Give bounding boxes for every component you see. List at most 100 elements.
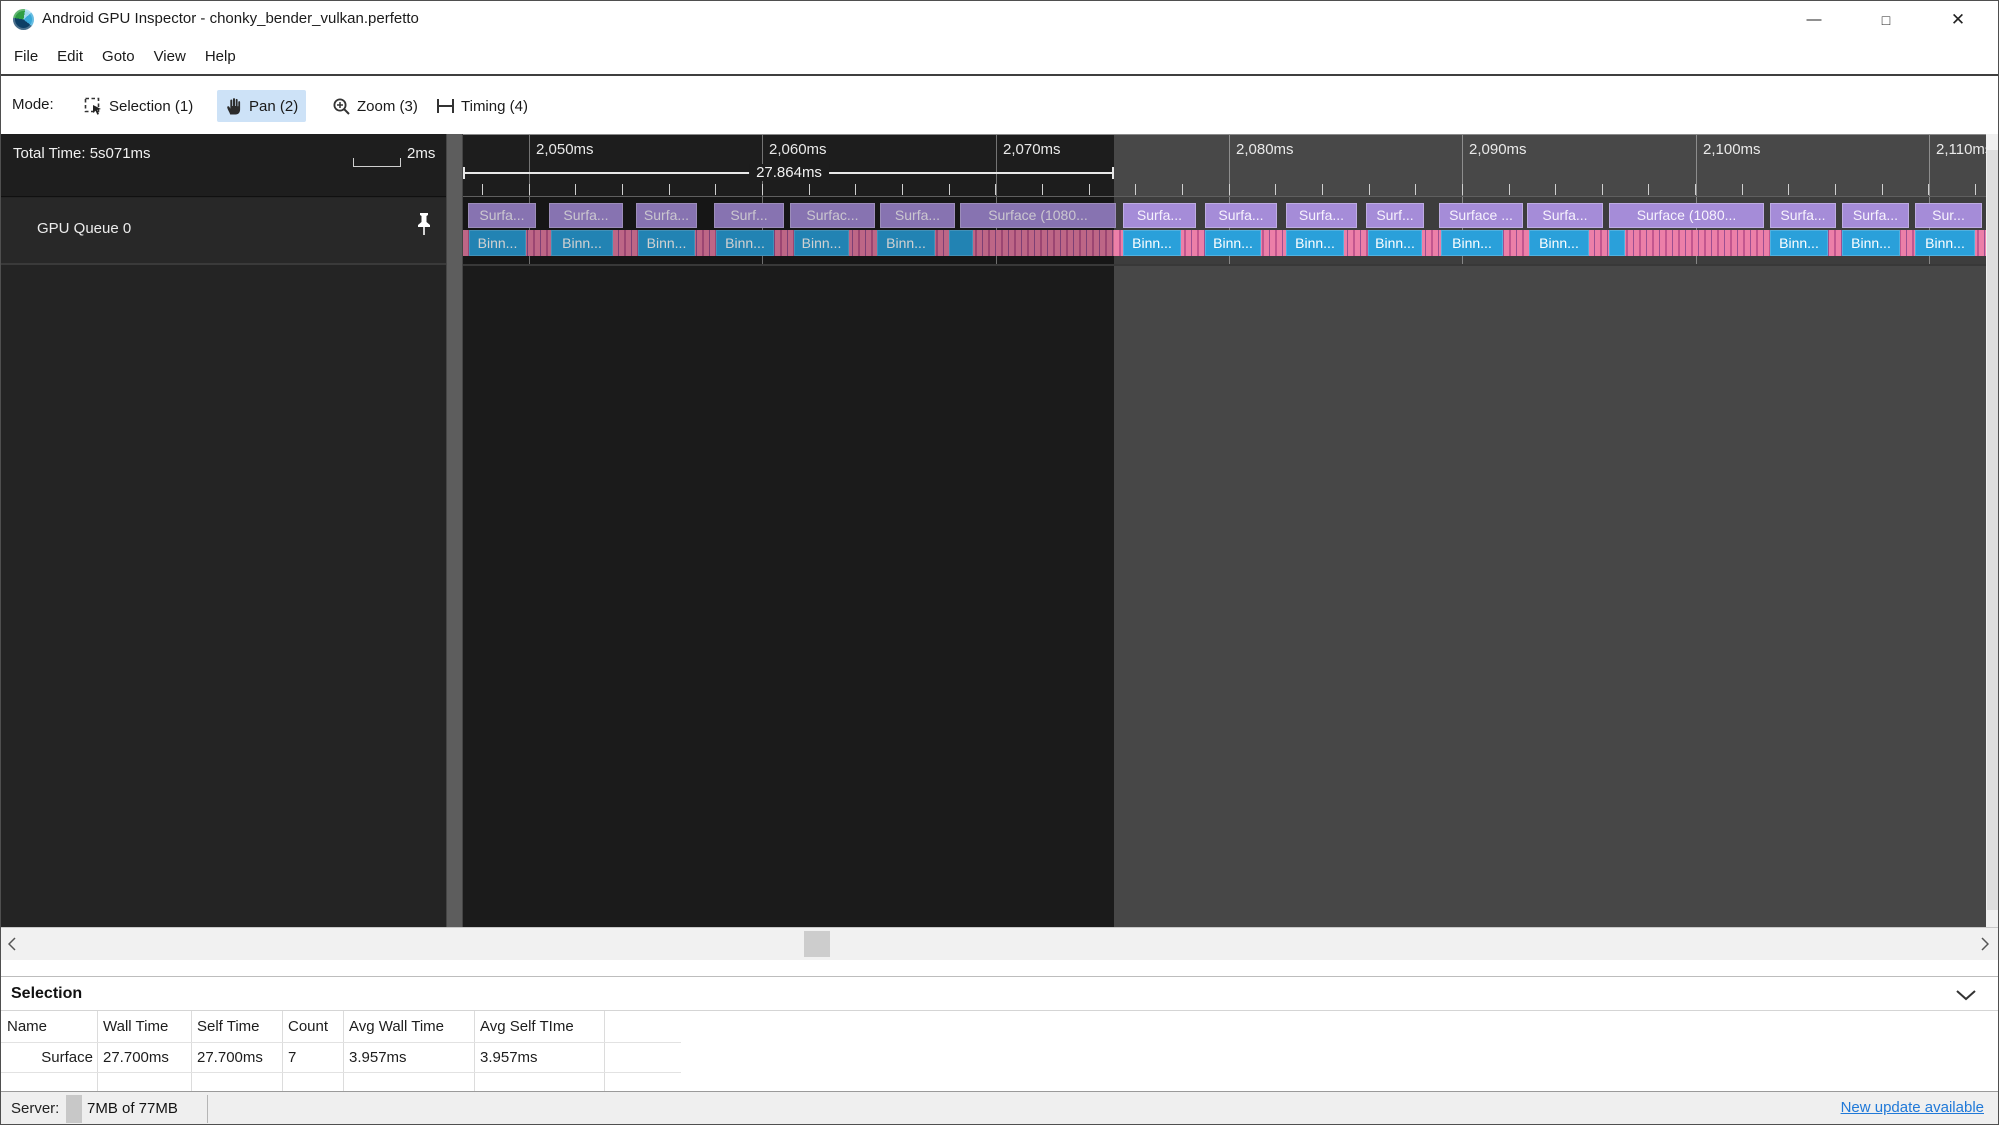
- surface-slice[interactable]: Surfa...: [1527, 203, 1603, 228]
- surface-slice[interactable]: Surf...: [714, 203, 784, 228]
- surface-slice[interactable]: Surface ...: [1439, 203, 1523, 228]
- app-icon: [13, 9, 34, 30]
- binning-slice[interactable]: [949, 230, 973, 256]
- ruler-minor-tick: [1462, 184, 1463, 195]
- surface-slice[interactable]: Surfa...: [1205, 203, 1277, 228]
- timeline-canvas[interactable]: 2,050ms2,060ms2,070ms2,080ms2,090ms2,100…: [463, 134, 1986, 927]
- table-cell: 7: [288, 1049, 339, 1066]
- vertical-scrollbar[interactable]: [1986, 134, 1999, 927]
- zoom-icon: [332, 97, 351, 116]
- table-cell: Surface: [1, 1049, 95, 1066]
- chevron-down-icon[interactable]: [1955, 988, 1977, 1006]
- ruler-minor-tick: [1042, 184, 1043, 195]
- surface-slice[interactable]: Surfa...: [636, 203, 697, 228]
- surface-slice[interactable]: Surfa...: [1842, 203, 1909, 228]
- menu-item-view[interactable]: View: [154, 48, 186, 65]
- minimize-button[interactable]: —: [1791, 1, 1837, 39]
- table-cell: 27.700ms: [197, 1049, 278, 1066]
- mode-selection-button[interactable]: Selection (1): [76, 90, 201, 122]
- measurement-cap-right: [1112, 167, 1114, 179]
- column-header-count[interactable]: Count: [288, 1018, 339, 1035]
- column-header-name[interactable]: Name: [7, 1018, 93, 1035]
- selection-icon: [84, 97, 103, 116]
- total-time-label: Total Time: 5s071ms: [13, 145, 151, 162]
- binning-slice[interactable]: Binn...: [1842, 230, 1900, 256]
- binning-slice[interactable]: Binn...: [716, 230, 774, 256]
- binning-slice[interactable]: Binn...: [551, 230, 613, 256]
- binning-slice[interactable]: Binn...: [1441, 230, 1503, 256]
- column-separator: [97, 1011, 98, 1092]
- ruler-minor-tick: [1322, 184, 1323, 195]
- binning-slice[interactable]: [1609, 230, 1625, 256]
- surface-slice[interactable]: Surfac...: [790, 203, 875, 228]
- surface-slice[interactable]: Surfa...: [1770, 203, 1836, 228]
- horizontal-scrollbar[interactable]: [1, 927, 1998, 960]
- pin-icon[interactable]: [414, 211, 434, 242]
- ruler-minor-tick: [529, 184, 530, 195]
- update-link[interactable]: New update available: [1841, 1099, 1984, 1116]
- ruler-tick-label: 2,050ms: [536, 141, 594, 158]
- ruler-minor-tick: [715, 184, 716, 195]
- binning-slice[interactable]: Binn...: [1123, 230, 1181, 256]
- column-header-avg-self-time[interactable]: Avg Self TIme: [480, 1018, 600, 1035]
- server-label: Server:: [11, 1100, 59, 1117]
- surface-slice[interactable]: Surfa...: [549, 203, 623, 228]
- column-separator: [474, 1011, 475, 1092]
- surface-slice[interactable]: Surfa...: [468, 203, 536, 228]
- server-memory-text: 7MB of 77MB: [87, 1100, 178, 1117]
- binning-slice[interactable]: Binn...: [469, 230, 526, 256]
- surface-slice[interactable]: Surface (1080...: [960, 203, 1116, 228]
- column-header-avg-wall-time[interactable]: Avg Wall Time: [349, 1018, 470, 1035]
- ruler-bottom-line: [463, 196, 1986, 197]
- menu-item-file[interactable]: File: [14, 48, 38, 65]
- binning-slice[interactable]: Binn...: [1529, 230, 1589, 256]
- mode-zoom-button[interactable]: Zoom (3): [324, 90, 426, 122]
- menu-item-goto[interactable]: Goto: [102, 48, 135, 65]
- selection-panel-header[interactable]: Selection: [1, 976, 1998, 1010]
- ruler-minor-tick: [1415, 184, 1416, 195]
- surface-slice[interactable]: Sur...: [1915, 203, 1982, 228]
- binning-slice[interactable]: Binn...: [638, 230, 695, 256]
- ruler-minor-tick: [762, 184, 763, 195]
- panel-splitter[interactable]: [446, 134, 463, 927]
- binning-slice[interactable]: Binn...: [1770, 230, 1828, 256]
- column-header-wall-time[interactable]: Wall Time: [103, 1018, 187, 1035]
- ruler-minor-tick: [1555, 184, 1556, 195]
- scroll-left-icon[interactable]: [8, 937, 16, 951]
- mode-pan-button[interactable]: Pan (2): [217, 90, 306, 122]
- binning-slice[interactable]: Binn...: [877, 230, 935, 256]
- surface-slice[interactable]: Surface (1080...: [1609, 203, 1764, 228]
- surface-slice[interactable]: Surf...: [1366, 203, 1424, 228]
- ruler-minor-tick: [669, 184, 670, 195]
- binning-slice[interactable]: Binn...: [1915, 230, 1975, 256]
- ruler-top-line: [463, 134, 1986, 135]
- ruler-minor-tick: [622, 184, 623, 195]
- surface-slice[interactable]: Surfa...: [880, 203, 955, 228]
- vertical-scrollbar-thumb[interactable]: [1987, 150, 1999, 910]
- scale-bracket-icon: [353, 158, 401, 167]
- surface-slice[interactable]: Surfa...: [1286, 203, 1357, 228]
- binning-slice[interactable]: Binn...: [1205, 230, 1261, 256]
- horizontal-scrollbar-thumb[interactable]: [804, 931, 830, 957]
- toolbar: Mode: Selection (1)Pan (2)Zoom (3)Timing…: [1, 78, 1998, 134]
- binning-slice[interactable]: Binn...: [1286, 230, 1344, 256]
- mode-timing-button[interactable]: Timing (4): [428, 90, 536, 122]
- track-label-panel: Total Time: 5s071ms 2ms GPU Queue 0: [1, 134, 446, 927]
- menu-item-edit[interactable]: Edit: [57, 48, 83, 65]
- ruler-minor-tick: [1509, 184, 1510, 195]
- binning-slice[interactable]: Binn...: [794, 230, 849, 256]
- measurement-cap-left: [463, 167, 465, 179]
- menu-item-help[interactable]: Help: [205, 48, 236, 65]
- gpu-queue-track-header[interactable]: GPU Queue 0: [1, 198, 446, 265]
- ruler-minor-tick: [575, 184, 576, 195]
- maximize-button[interactable]: □: [1863, 1, 1909, 39]
- ruler-minor-tick: [1695, 184, 1696, 195]
- ruler-minor-tick: [1648, 184, 1649, 195]
- scroll-right-icon[interactable]: [1981, 937, 1989, 951]
- ruler-minor-tick: [1602, 184, 1603, 195]
- surface-slice[interactable]: Surfa...: [1123, 203, 1196, 228]
- close-button[interactable]: ✕: [1935, 1, 1981, 39]
- timing-icon: [436, 98, 455, 114]
- binning-slice[interactable]: Binn...: [1368, 230, 1422, 256]
- column-header-self-time[interactable]: Self Time: [197, 1018, 278, 1035]
